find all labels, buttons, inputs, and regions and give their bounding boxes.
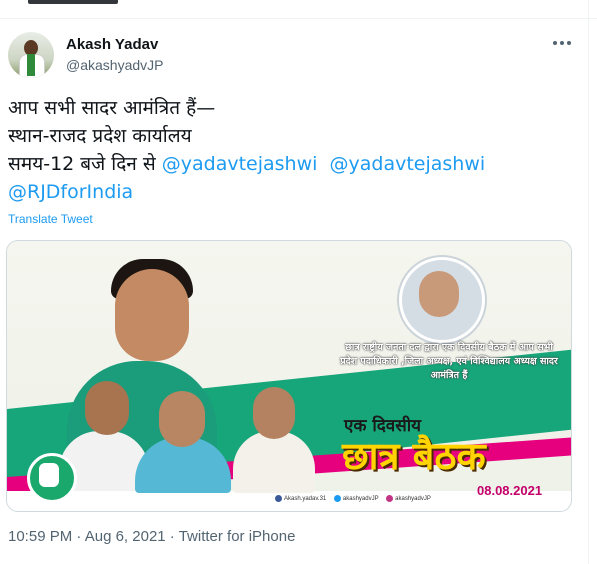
leader-figure <box>159 391 205 447</box>
instagram-icon <box>386 495 394 502</box>
mention-link[interactable]: @RJDforIndia <box>8 181 133 203</box>
lantern-icon <box>39 463 59 487</box>
leader-figure <box>115 269 189 361</box>
avatar[interactable] <box>8 32 54 78</box>
leader-figure <box>233 431 315 493</box>
tweet-source[interactable]: Twitter for iPhone <box>179 528 296 545</box>
meta-separator: · <box>72 528 85 545</box>
leader-figure <box>85 381 129 435</box>
tweet-line: आप सभी सादर आमंत्रित हैं— <box>8 97 216 119</box>
leader-figure <box>253 387 295 439</box>
mention-link[interactable]: @yadavtejashwi <box>162 153 318 175</box>
tweet-line: स्थान-राजद प्रदेश कार्यालय <box>8 125 192 147</box>
tweet-text: आप सभी सादर आमंत्रित हैं— स्थान-राजद प्र… <box>8 94 588 206</box>
display-name[interactable]: Akash Yadav <box>66 36 158 53</box>
tweet-line: समय-12 बजे दिन से @yadavtejashwi @yadavt… <box>8 150 588 178</box>
previous-content-edge <box>0 0 597 19</box>
portrait-face <box>419 271 459 317</box>
twitter-icon <box>333 495 341 502</box>
banner-social-handles: Akash.yadav.31 akashyadvJP akashyadvJP <box>269 495 431 502</box>
banner-date: 08.08.2021 <box>477 483 543 498</box>
tweet-line: @RJDforIndia <box>8 178 588 206</box>
meta-separator: · <box>165 528 179 545</box>
user-handle[interactable]: @akashyadvJP <box>66 57 163 73</box>
translate-tweet-link[interactable]: Translate Tweet <box>8 212 93 226</box>
social-handle: Akash.yadav.31 <box>284 496 327 503</box>
tweet-time[interactable]: 10:59 PM <box>8 528 72 545</box>
social-handle: akashyadvJP <box>342 496 379 503</box>
timeline-border <box>588 0 589 564</box>
banner-headline-large: छात्र बैठक <box>342 434 486 478</box>
mention-link[interactable]: @yadavtejashwi <box>330 153 486 175</box>
tweet-date[interactable]: Aug 6, 2021 <box>85 528 166 545</box>
tweet-image[interactable]: छात्र राष्ट्रीय जनता दल द्वारा एक दिवसीय… <box>6 240 572 512</box>
social-handle: akashyadvJP <box>395 496 431 503</box>
tweet-meta: 10:59 PM · Aug 6, 2021 · Twitter for iPh… <box>8 528 295 545</box>
banner-invitation-text: छात्र राष्ट्रीय जनता दल द्वारा एक दिवसीय… <box>340 342 558 381</box>
facebook-icon <box>275 495 282 502</box>
tweet-line-text: समय-12 बजे दिन से <box>8 153 162 175</box>
more-options-icon[interactable] <box>553 38 573 48</box>
